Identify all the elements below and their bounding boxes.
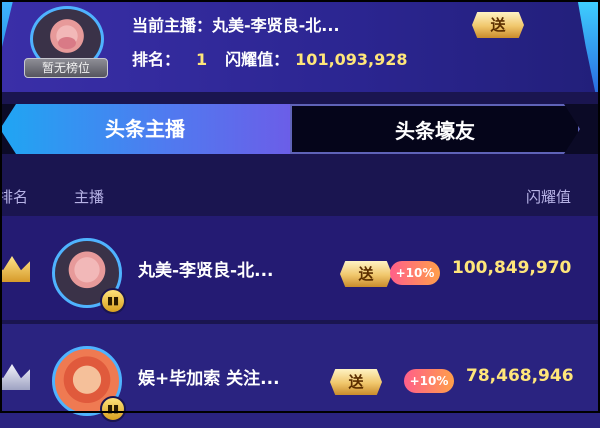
level-icon: ▮▮ <box>100 396 126 422</box>
table-row[interactable]: ▮▮ 丸美-李贤良-北... 送 +10% 100,849,970 <box>0 216 600 320</box>
send-gift-button[interactable]: 送 <box>340 261 392 287</box>
tab-top-anchors[interactable]: 头条主播 <box>0 104 290 154</box>
tab-top-patrons[interactable]: 头条壕友 <box>290 104 580 154</box>
glow-value: 78,468,946 <box>466 366 574 386</box>
rank-value: 1 <box>196 50 208 69</box>
table-row[interactable]: ▮▮ 娱+毕加索 关注... 送 +10% 78,468,946 <box>0 324 600 428</box>
column-value: 闪耀值 <box>526 188 572 206</box>
card-edge-right <box>577 0 600 92</box>
current-anchor-line: 当前主播：丸美-李贤良-北... <box>132 12 340 36</box>
column-headers: 排名 主播 闪耀值 <box>0 176 600 214</box>
glow-value: 101,093,928 <box>295 50 408 69</box>
column-rank: 排名 <box>0 188 29 206</box>
tab-bar: 头条主播 头条壕友 <box>0 104 600 154</box>
silver-crown-icon <box>0 364 30 390</box>
current-anchor-card: 暂无榜位 当前主播：丸美-李贤良-北... 排名： 1 闪耀值： 101,093,92… <box>0 0 600 92</box>
boost-badge: +10% <box>404 369 454 393</box>
anchor-name: 娱+毕加索 关注... <box>138 369 280 389</box>
status-badge: 暂无榜位 <box>24 58 108 78</box>
pig-avatar-icon <box>58 36 76 49</box>
current-rank-line: 排名： 1 闪耀值： 101,093,928 <box>132 46 408 70</box>
level-icon: ▮▮ <box>100 288 126 314</box>
glow-label: 闪耀值： <box>225 50 290 69</box>
send-gift-button[interactable]: 送 <box>330 369 382 395</box>
gold-crown-icon <box>0 256 30 282</box>
boost-badge: +10% <box>390 261 440 285</box>
anchor-name: 丸美-李贤良-北... <box>138 261 274 281</box>
current-anchor-label: 当前主播： <box>132 16 213 35</box>
card-edge-left <box>0 0 14 56</box>
send-gift-button[interactable]: 送 <box>472 12 524 38</box>
column-anchor: 主播 <box>74 188 105 206</box>
rank-label: 排名： <box>132 50 181 69</box>
glow-value: 100,849,970 <box>452 258 572 278</box>
current-anchor-name: 丸美-李贤良-北... <box>212 16 340 35</box>
ranking-panel: 暂无榜位 当前主播：丸美-李贤良-北... 排名： 1 闪耀值： 101,093,92… <box>0 0 600 428</box>
